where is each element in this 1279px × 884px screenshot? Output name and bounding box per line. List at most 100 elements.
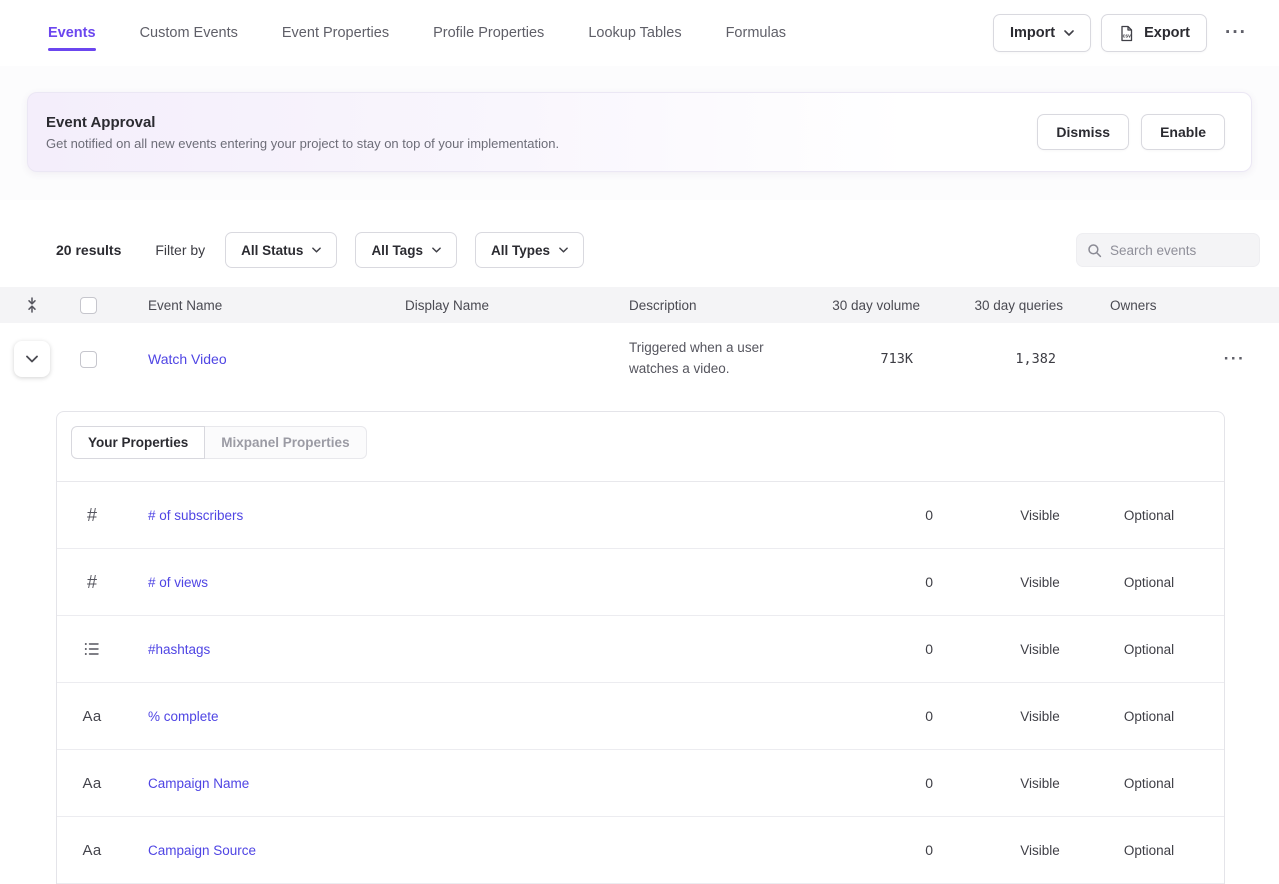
- property-row: # # of views 0 Visible Optional: [57, 549, 1224, 616]
- dismiss-button[interactable]: Dismiss: [1037, 114, 1129, 150]
- search-events-input[interactable]: [1110, 243, 1249, 258]
- property-row: Aa % complete 0 Visible Optional: [57, 683, 1224, 750]
- ellipsis-icon: ···: [1225, 22, 1247, 43]
- property-requirement: Optional: [1074, 709, 1224, 724]
- number-icon: #: [87, 505, 97, 526]
- top-navigation: Events Custom Events Event Properties Pr…: [0, 0, 1279, 66]
- chevron-down-icon: [312, 247, 321, 253]
- export-csv-icon: csv: [1118, 25, 1135, 42]
- tab-lookup-tables[interactable]: Lookup Tables: [588, 15, 681, 51]
- property-requirement: Optional: [1074, 575, 1224, 590]
- header-queries: 30 day queries: [920, 298, 1063, 313]
- header-display-name: Display Name: [405, 298, 629, 313]
- select-all-checkbox[interactable]: [80, 297, 97, 314]
- property-row: # # of subscribers 0 Visible Optional: [57, 482, 1224, 549]
- property-name-link[interactable]: % complete: [127, 709, 826, 724]
- properties-tabs: Your Properties Mixpanel Properties: [57, 412, 1224, 459]
- import-button-label: Import: [1010, 25, 1055, 41]
- chevron-down-icon: [26, 355, 38, 363]
- tab-event-properties[interactable]: Event Properties: [282, 15, 389, 51]
- text-icon: Aa: [83, 842, 102, 859]
- search-events-box: [1076, 233, 1260, 267]
- select-row-checkbox[interactable]: [80, 351, 97, 368]
- collapse-rows-icon[interactable]: [25, 297, 39, 313]
- property-row: Aa Campaign Source 0 Visible Optional: [57, 817, 1224, 884]
- tags-filter-dropdown[interactable]: All Tags: [355, 232, 457, 268]
- event-description: Triggered when a user watches a video.: [629, 338, 804, 380]
- property-name-link[interactable]: Campaign Source: [127, 843, 826, 858]
- lexicon-tabs: Events Custom Events Event Properties Pr…: [48, 0, 786, 66]
- tags-filter-label: All Tags: [371, 243, 423, 258]
- ellipsis-icon: ···: [1224, 349, 1245, 368]
- filter-row: 20 results Filter by All Status All Tags…: [0, 232, 1279, 268]
- list-icon: [84, 642, 100, 656]
- banner-description: Get notified on all new events entering …: [46, 136, 559, 151]
- property-row: #hashtags 0 Visible Optional: [57, 616, 1224, 683]
- event-row-watch-video: Watch Video Triggered when a user watche…: [0, 323, 1279, 395]
- property-requirement: Optional: [1074, 776, 1224, 791]
- banner-actions: Dismiss Enable: [1037, 114, 1225, 150]
- lexicon-page: Events Custom Events Event Properties Pr…: [0, 0, 1279, 884]
- text-icon: Aa: [83, 708, 102, 725]
- topnav-actions: Import csv Export ···: [993, 14, 1255, 52]
- property-count: 0: [826, 775, 1006, 791]
- property-name-link[interactable]: # of views: [127, 575, 826, 590]
- property-visibility: Visible: [1006, 709, 1074, 724]
- types-filter-label: All Types: [491, 243, 550, 258]
- tab-formulas[interactable]: Formulas: [726, 15, 786, 51]
- tab-events[interactable]: Events: [48, 15, 96, 51]
- event-queries: 1,382: [920, 351, 1063, 367]
- property-requirement: Optional: [1074, 843, 1224, 858]
- property-count: 0: [826, 507, 1006, 523]
- header-description: Description: [629, 298, 809, 313]
- enable-button[interactable]: Enable: [1141, 114, 1225, 150]
- banner-section: Event Approval Get notified on all new e…: [0, 66, 1279, 200]
- chevron-down-icon: [559, 247, 568, 253]
- collapse-row-button[interactable]: [14, 341, 50, 377]
- tab-mixpanel-properties[interactable]: Mixpanel Properties: [204, 426, 366, 459]
- status-filter-label: All Status: [241, 243, 303, 258]
- property-requirement: Optional: [1074, 508, 1224, 523]
- header-owners: Owners: [1063, 298, 1190, 313]
- types-filter-dropdown[interactable]: All Types: [475, 232, 584, 268]
- tab-your-properties[interactable]: Your Properties: [71, 426, 205, 459]
- row-actions-button[interactable]: ···: [1190, 349, 1279, 369]
- number-icon: #: [87, 572, 97, 593]
- property-count: 0: [826, 708, 1006, 724]
- header-event-name: Event Name: [112, 298, 405, 313]
- status-filter-dropdown[interactable]: All Status: [225, 232, 337, 268]
- chevron-down-icon: [432, 247, 441, 253]
- more-options-button[interactable]: ···: [1217, 18, 1255, 48]
- properties-panel: Your Properties Mixpanel Properties # # …: [56, 411, 1225, 884]
- export-button[interactable]: csv Export: [1101, 14, 1207, 52]
- property-visibility: Visible: [1006, 508, 1074, 523]
- property-visibility: Visible: [1006, 575, 1074, 590]
- svg-text:csv: csv: [1123, 33, 1132, 39]
- property-name-link[interactable]: #hashtags: [127, 642, 826, 657]
- results-count: 20 results: [56, 242, 121, 258]
- chevron-down-icon: [1064, 30, 1074, 36]
- import-button[interactable]: Import: [993, 14, 1091, 52]
- banner-title: Event Approval: [46, 114, 559, 131]
- property-name-link[interactable]: Campaign Name: [127, 776, 826, 791]
- banner-text: Event Approval Get notified on all new e…: [46, 114, 559, 151]
- property-visibility: Visible: [1006, 843, 1074, 858]
- export-button-label: Export: [1144, 25, 1190, 41]
- event-volume: 713K: [809, 351, 920, 367]
- tab-custom-events[interactable]: Custom Events: [140, 15, 238, 51]
- text-icon: Aa: [83, 775, 102, 792]
- property-visibility: Visible: [1006, 642, 1074, 657]
- property-count: 0: [826, 842, 1006, 858]
- events-table-header: Event Name Display Name Description 30 d…: [0, 287, 1279, 323]
- search-icon: [1087, 243, 1102, 258]
- property-name-link[interactable]: # of subscribers: [127, 508, 826, 523]
- tab-profile-properties[interactable]: Profile Properties: [433, 15, 544, 51]
- event-name-link[interactable]: Watch Video: [112, 351, 405, 367]
- property-visibility: Visible: [1006, 776, 1074, 791]
- property-count: 0: [826, 574, 1006, 590]
- property-requirement: Optional: [1074, 642, 1224, 657]
- property-count: 0: [826, 641, 1006, 657]
- event-approval-banner: Event Approval Get notified on all new e…: [27, 92, 1252, 172]
- property-row: Aa Campaign Name 0 Visible Optional: [57, 750, 1224, 817]
- header-volume: 30 day volume: [809, 298, 920, 313]
